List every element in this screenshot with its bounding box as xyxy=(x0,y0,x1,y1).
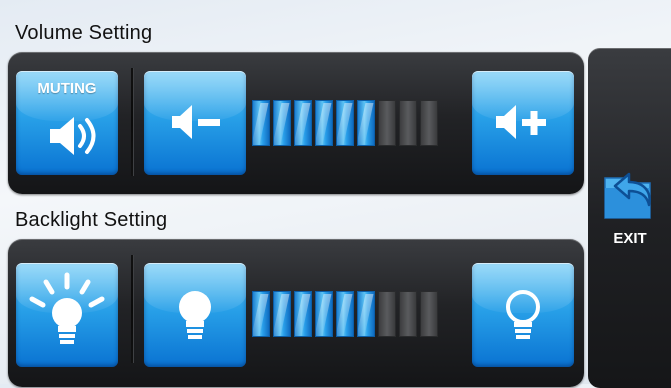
backlight-panel xyxy=(8,239,584,387)
volume-minus-icon xyxy=(172,105,220,139)
speaker-sound-icon xyxy=(50,117,96,155)
backlight-segment-4[interactable] xyxy=(315,291,333,337)
volume-up-button[interactable] xyxy=(472,71,574,175)
backlight-segment-1[interactable] xyxy=(252,291,270,337)
volume-segment-8[interactable] xyxy=(399,100,417,146)
bulb-filled-icon xyxy=(179,291,211,339)
backlight-segment-9[interactable] xyxy=(420,291,438,337)
folder-back-arrow-icon xyxy=(604,172,651,219)
exit-label: EXIT xyxy=(613,230,647,247)
volume-segment-1[interactable] xyxy=(252,100,270,146)
volume-segment-3[interactable] xyxy=(294,100,312,146)
muting-button[interactable]: MUTING xyxy=(16,71,118,175)
backlight-auto-button[interactable] xyxy=(16,263,118,367)
volume-segment-6[interactable] xyxy=(357,100,375,146)
volume-plus-icon xyxy=(496,105,546,139)
backlight-level-bar[interactable] xyxy=(252,291,438,337)
volume-divider xyxy=(131,68,134,176)
backlight-down-button[interactable] xyxy=(144,263,246,367)
volume-level-bar[interactable] xyxy=(252,100,438,146)
volume-segment-9[interactable] xyxy=(420,100,438,146)
backlight-segment-7[interactable] xyxy=(378,291,396,337)
backlight-up-button[interactable] xyxy=(472,263,574,367)
volume-segment-7[interactable] xyxy=(378,100,396,146)
bulb-outline-icon xyxy=(506,290,540,339)
backlight-segment-3[interactable] xyxy=(294,291,312,337)
backlight-segment-6[interactable] xyxy=(357,291,375,337)
exit-button[interactable]: EXIT xyxy=(588,48,671,388)
volume-setting-title: Volume Setting xyxy=(15,22,153,44)
volume-segment-4[interactable] xyxy=(315,100,333,146)
backlight-setting-title: Backlight Setting xyxy=(15,209,168,231)
backlight-segment-8[interactable] xyxy=(399,291,417,337)
bright-bulb-icon xyxy=(29,272,105,344)
volume-down-button[interactable] xyxy=(144,71,246,175)
backlight-divider xyxy=(131,255,134,363)
volume-segment-2[interactable] xyxy=(273,100,291,146)
volume-segment-5[interactable] xyxy=(336,100,354,146)
backlight-segment-2[interactable] xyxy=(273,291,291,337)
backlight-segment-5[interactable] xyxy=(336,291,354,337)
volume-panel: MUTING xyxy=(8,52,584,194)
